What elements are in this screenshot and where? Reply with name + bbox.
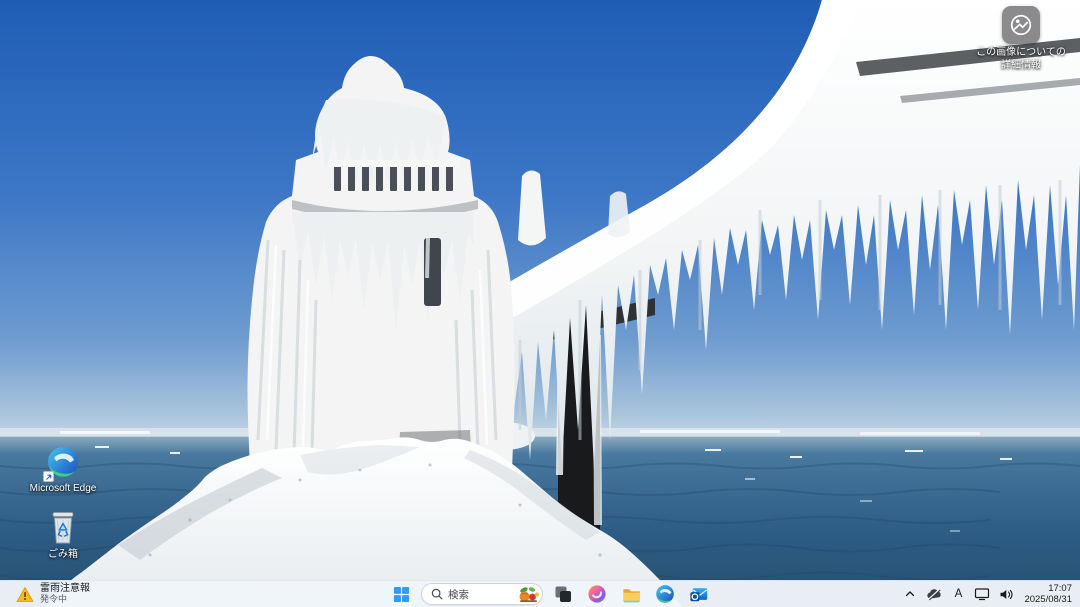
clock-time: 17:07: [1048, 583, 1072, 594]
outlook-button[interactable]: [685, 582, 713, 606]
widgets-weather-button[interactable]: 雷雨注意報 発令中: [10, 581, 96, 607]
desktop-icon-microsoft-edge[interactable]: Microsoft Edge: [24, 444, 102, 495]
ethernet-network-icon: [974, 587, 990, 601]
edge-icon: [655, 584, 675, 604]
search-placeholder: 検索: [448, 587, 511, 602]
spotlight-picture-icon[interactable]: [1002, 6, 1040, 44]
recycle-bin-icon: [48, 510, 78, 546]
windows-desktop: この画像についての 詳細情報 Microsoft Edge: [0, 0, 1080, 607]
outlook-icon: [689, 584, 709, 604]
onedrive-status-button[interactable]: [924, 582, 944, 606]
copilot-button[interactable]: [583, 582, 611, 606]
task-view-icon: [553, 584, 573, 604]
desktop-icon-recycle-bin[interactable]: ごみ箱: [24, 510, 102, 561]
windows-logo-icon: [393, 586, 410, 603]
weather-alert-status: 発令中: [40, 595, 90, 604]
search-icon: [431, 588, 443, 600]
wallpaper-frozen-lighthouse: [0, 0, 1080, 607]
search-highlight-seasonal-icon[interactable]: [516, 585, 540, 603]
system-tray: A 17:07 2025/08/31: [900, 581, 1076, 607]
edge-taskbar-button[interactable]: [651, 582, 679, 606]
clock-date: 2025/08/31: [1024, 594, 1072, 605]
start-button[interactable]: [387, 582, 415, 606]
speaker-icon: [999, 588, 1014, 601]
weather-alert-title: 雷雨注意報: [40, 584, 90, 595]
clock-button[interactable]: 17:07 2025/08/31: [1020, 583, 1076, 605]
volume-button[interactable]: [996, 582, 1016, 606]
taskbar-center-group: 検索: [387, 581, 713, 607]
ime-mode-button[interactable]: A: [948, 582, 968, 606]
landscape-icon: [1009, 13, 1033, 37]
desktop-icon-label: Microsoft Edge: [30, 483, 97, 495]
search-box[interactable]: 検索: [421, 583, 543, 605]
file-explorer-icon: [621, 584, 642, 605]
ime-mode-letter: A: [955, 588, 963, 600]
weather-alert-text: 雷雨注意報 発令中: [40, 584, 90, 604]
cloud-slash-icon: [926, 588, 942, 601]
network-button[interactable]: [972, 582, 992, 606]
task-view-button[interactable]: [549, 582, 577, 606]
desktop-icon-label: ごみ箱: [48, 549, 78, 561]
shortcut-arrow-icon: [43, 471, 54, 482]
warning-triangle-icon: [16, 586, 34, 603]
tray-overflow-button[interactable]: [900, 582, 920, 606]
file-explorer-button[interactable]: [617, 582, 645, 606]
spotlight-label: この画像についての 詳細情報: [976, 47, 1066, 72]
spotlight-info-widget[interactable]: この画像についての 詳細情報: [966, 6, 1076, 72]
chevron-up-icon: [904, 588, 916, 600]
taskbar: 雷雨注意報 発令中 検索: [0, 580, 1080, 607]
copilot-icon: [587, 584, 607, 604]
